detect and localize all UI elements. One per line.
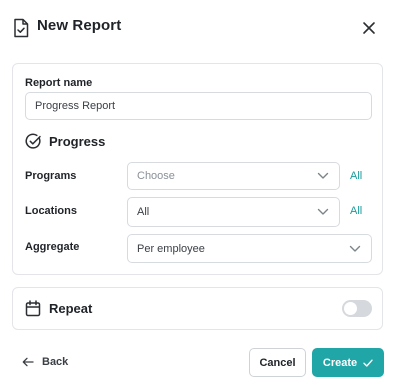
back-label: Back [42,356,69,368]
aggregate-value: Per employee [137,242,205,255]
cancel-label: Cancel [259,356,296,369]
repeat-toggle[interactable] [342,300,372,317]
dialog-header: New Report [0,0,397,56]
programs-label: Programs [25,170,77,182]
report-name-value: Progress Report [35,100,116,112]
locations-label: Locations [25,205,77,217]
programs-all-link[interactable]: All [350,170,362,182]
close-icon[interactable] [360,19,378,37]
document-check-icon [14,18,29,38]
locations-value: All [137,206,150,218]
report-settings-card: Report name Progress Report Progress Pro… [12,63,383,275]
chevron-down-icon [349,245,361,252]
locations-select[interactable]: All [127,197,340,227]
create-button[interactable]: Create [312,348,384,377]
programs-placeholder: Choose [137,170,175,182]
calendar-icon [25,300,41,317]
back-button[interactable]: Back [22,353,68,371]
repeat-title: Repeat [49,301,93,316]
chevron-down-icon [317,172,329,179]
create-label: Create [322,356,358,369]
aggregate-select[interactable]: Per employee [127,234,372,263]
report-name-input[interactable]: Progress Report [25,92,372,120]
locations-all-link[interactable]: All [350,205,362,217]
toggle-knob [344,302,357,315]
progress-section-title: Progress [49,134,106,149]
aggregate-label: Aggregate [25,241,80,253]
arrow-left-icon [22,357,34,367]
check-circle-icon [25,133,41,149]
repeat-card: Repeat [12,287,383,330]
chevron-down-icon [317,208,329,215]
programs-select[interactable]: Choose [127,162,340,190]
cancel-button[interactable]: Cancel [249,348,306,377]
report-name-label: Report name [25,77,93,89]
dialog-title: New Report [37,17,122,34]
check-icon [363,359,373,367]
